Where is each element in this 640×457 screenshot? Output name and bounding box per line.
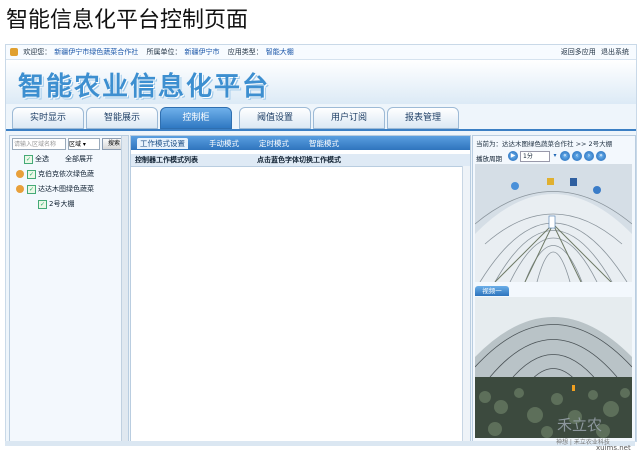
unit-label: 所属单位： bbox=[146, 48, 182, 56]
greenhouse-video-frame bbox=[475, 297, 632, 438]
prev-frame-icon[interactable]: ‹ bbox=[572, 151, 582, 161]
tab-manual-mode[interactable]: 手动模式 bbox=[209, 138, 239, 149]
greenhouse-interior-illustration bbox=[475, 164, 632, 282]
tab-smart-mode[interactable]: 智能模式 bbox=[309, 138, 339, 149]
region-tree-panel: 请输入区域名称 区域 ▾ 搜索 ✓ 全选 全部展开 ✓ 克伯克依次绿色蔬 ✓ 达达木图… bbox=[9, 135, 129, 441]
app-type-label: 应用类型： bbox=[227, 48, 263, 56]
page-footer bbox=[5, 441, 635, 446]
list-header-hint: 点击蓝色字体切换工作模式 bbox=[257, 156, 341, 164]
top-info-bar: 欢迎您： 新疆伊宁市绿色蔬菜合作社 所属单位： 新疆伊宁市 应用类型： 智能大棚 返回… bbox=[6, 45, 636, 60]
video-one-tab[interactable]: 视频一 bbox=[475, 286, 509, 296]
play-period-label: 播放周期 bbox=[476, 155, 502, 163]
checkbox-icon: ✓ bbox=[24, 154, 33, 164]
last-frame-icon[interactable]: » bbox=[596, 151, 606, 161]
center-scrollbar[interactable] bbox=[462, 166, 470, 441]
next-frame-icon[interactable]: › bbox=[584, 151, 594, 161]
tab-realtime[interactable]: 实时显示 bbox=[12, 107, 84, 129]
region-search-input[interactable]: 请输入区域名称 bbox=[12, 138, 66, 150]
header-banner: 智能农业信息化平台 bbox=[6, 60, 636, 104]
platform-title: 智能农业信息化平台 bbox=[18, 72, 271, 102]
app-type-value: 智能大棚 bbox=[265, 48, 294, 56]
watermark-text: 禾立农 bbox=[557, 416, 603, 434]
tab-threshold[interactable]: 阈值设置 bbox=[239, 107, 311, 129]
tree-node-label: 克伯克依次绿色蔬 bbox=[38, 170, 94, 178]
tab-control-cabinet[interactable]: 控制柜 bbox=[160, 107, 232, 129]
tree-node-label: 2号大棚 bbox=[49, 200, 75, 208]
greenhouse-camera-image bbox=[475, 164, 632, 282]
logout-link[interactable]: 退出系统 bbox=[601, 48, 629, 56]
back-to-apps-link[interactable]: 返回多应用 bbox=[561, 48, 596, 56]
watermark-site: xuims.net bbox=[596, 444, 631, 452]
folder-icon bbox=[16, 185, 24, 193]
user-icon bbox=[10, 48, 18, 56]
controller-list-header: 控制器工作模式列表 点击蓝色字体切换工作模式 bbox=[131, 154, 470, 167]
tab-smart-display[interactable]: 智能展示 bbox=[86, 107, 158, 129]
dropdown-arrow-icon[interactable]: ▾ bbox=[550, 151, 560, 161]
checkbox-icon: ✓ bbox=[38, 199, 47, 209]
speed-value: 1分 bbox=[523, 153, 533, 160]
list-header-title: 控制器工作模式列表 bbox=[135, 156, 198, 164]
tab-subscription[interactable]: 用户订阅 bbox=[313, 107, 385, 129]
region-select[interactable]: 区域 ▾ bbox=[68, 138, 100, 150]
unit-value: 新疆伊宁市 bbox=[184, 48, 220, 56]
tree-node-label: 达达木图绿色蔬菜 bbox=[38, 185, 94, 193]
expand-all-link[interactable]: 全部展开 bbox=[65, 154, 93, 165]
tree-node[interactable]: ✓ 达达木图绿色蔬菜 bbox=[16, 184, 94, 195]
video-panel: 当前为：达达木图绿色蔬菜合作社 >> 2号大棚 播放周期 ▶ 1分 ▾ « ‹ … bbox=[472, 135, 636, 441]
select-all-checkbox[interactable]: ✓ 全选 bbox=[24, 154, 49, 165]
main-tabs: 实时显示 智能展示 控制柜 阈值设置 用户订阅 报表管理 bbox=[6, 105, 636, 131]
folder-icon bbox=[16, 170, 24, 178]
tab-mode-settings[interactable]: 工作模式设置 bbox=[137, 138, 188, 149]
checkbox-icon: ✓ bbox=[27, 184, 36, 194]
app-window: 欢迎您： 新疆伊宁市绿色蔬菜合作社 所属单位： 新疆伊宁市 应用类型： 智能大棚 返回… bbox=[5, 44, 637, 442]
slide-title: 智能信息化平台控制页面 bbox=[6, 8, 249, 33]
tree-node[interactable]: ✓ 克伯克依次绿色蔬 bbox=[16, 169, 94, 180]
breadcrumb: 当前为：达达木图绿色蔬菜合作社 >> 2号大棚 bbox=[476, 140, 613, 148]
tab-timed-mode[interactable]: 定时模式 bbox=[259, 138, 289, 149]
tab-reports[interactable]: 报表管理 bbox=[387, 107, 459, 129]
speed-select[interactable]: 1分 bbox=[520, 151, 550, 162]
welcome-value: 新疆伊宁市绿色蔬菜合作社 bbox=[54, 48, 139, 56]
play-icon[interactable]: ▶ bbox=[508, 151, 518, 161]
mode-panel: 工作模式设置 手动模式 定时模式 智能模式 控制器工作模式列表 点击蓝色字体切换… bbox=[130, 135, 471, 441]
region-select-value: 区域 bbox=[69, 141, 82, 148]
welcome-label: 欢迎您： bbox=[23, 48, 52, 56]
select-all-label: 全选 bbox=[35, 155, 49, 163]
checkbox-icon: ✓ bbox=[27, 169, 36, 179]
tree-node-child[interactable]: ✓ 2号大棚 bbox=[38, 199, 74, 210]
greenhouse-crops-illustration bbox=[475, 297, 632, 438]
left-scrollbar[interactable] bbox=[121, 136, 128, 441]
first-frame-icon[interactable]: « bbox=[560, 151, 570, 161]
mode-tabs: 工作模式设置 手动模式 定时模式 智能模式 bbox=[131, 136, 470, 150]
